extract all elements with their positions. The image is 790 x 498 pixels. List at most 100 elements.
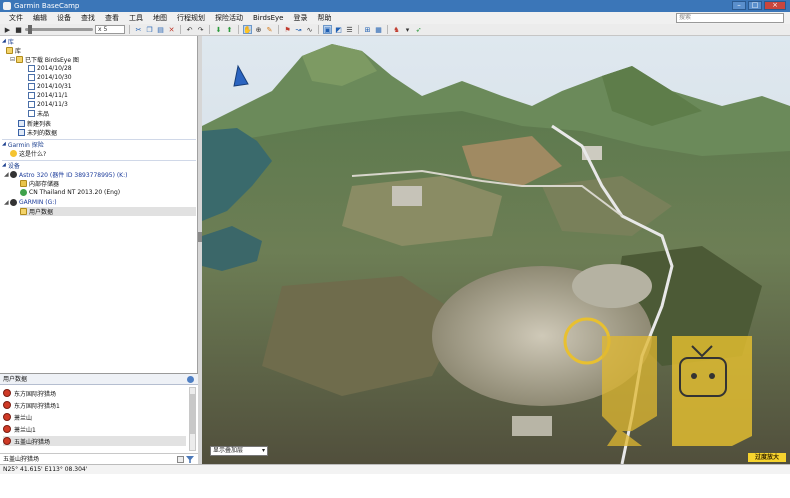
background-area [0, 474, 790, 498]
devices-section-header[interactable]: ◢ 设备 [2, 161, 20, 170]
hand-tool-icon[interactable]: ✋ [243, 25, 252, 34]
collapse-icon[interactable]: ◢ [2, 38, 6, 44]
menu-file[interactable]: 文件 [4, 13, 28, 23]
menu-map[interactable]: 地图 [148, 13, 172, 23]
minimize-button[interactable]: – [732, 1, 746, 10]
hunting-area-icon [3, 413, 11, 421]
map-view[interactable]: 显示叠加层 ▾ 过度放大 [202, 36, 790, 464]
list-icon [18, 120, 25, 127]
tree-item-map-thailand[interactable]: CN Thailand NT 2013.20 (Eng) [20, 188, 120, 197]
cut-icon[interactable]: ✂ [134, 25, 143, 34]
list-item[interactable]: 东方国际狩猎场 [3, 388, 186, 398]
copy-icon[interactable]: ❐ [145, 25, 154, 34]
vehicle-profile-icon[interactable]: ♞ [392, 25, 401, 34]
scrollbar-thumb[interactable] [190, 394, 195, 434]
stop-icon[interactable]: ■ [14, 25, 23, 34]
list-icon [18, 129, 25, 136]
layers-icon[interactable]: ☰ [345, 25, 354, 34]
tree-item-date-4[interactable]: 2014/11/1 [28, 91, 68, 100]
overlay-select[interactable]: 显示叠加层 ▾ [210, 446, 268, 456]
dropdown-icon[interactable] [177, 456, 184, 463]
tree-item-label: 新建列表 [27, 121, 52, 128]
tree-item-library-root[interactable]: 库 [6, 46, 21, 55]
options-icon[interactable] [187, 376, 194, 383]
play-icon[interactable]: ▶ [3, 25, 12, 34]
zoom-warning-graphic [672, 336, 752, 446]
delete-icon[interactable]: ✕ [167, 25, 176, 34]
zoom-icon[interactable]: ⊕ [254, 25, 263, 34]
menu-edit[interactable]: 编辑 [28, 13, 52, 23]
list-item[interactable]: 东方国际狩猎场1 [3, 400, 186, 410]
tree-item-label: Astro 320 (器件 ID 3893778995) (K:) [19, 172, 128, 179]
maximize-button[interactable]: □ [748, 1, 762, 10]
satellite-3d-map[interactable] [202, 36, 790, 464]
share-icon[interactable]: ➶ [414, 25, 423, 34]
close-button[interactable]: × [764, 1, 786, 10]
tree-item-date-2[interactable]: 2014/10/30 [28, 73, 72, 82]
list-item[interactable]: 五盖山狩猎场 [3, 436, 186, 446]
menu-tools[interactable]: 工具 [124, 13, 148, 23]
route-icon[interactable]: ↝ [294, 25, 303, 34]
tree-item-device-astro[interactable]: ◢ Astro 320 (器件 ID 3893778995) (K:) [4, 170, 127, 179]
tree-item-whats-this[interactable]: 这是什么? [10, 149, 46, 158]
filter-icon[interactable] [186, 456, 194, 463]
gps-device-icon [10, 199, 17, 206]
menu-birdseye[interactable]: BirdsEye [248, 14, 288, 22]
redo-icon[interactable]: ↷ [196, 25, 205, 34]
tree-item-label: GARMIN (G:) [19, 199, 57, 206]
tree-item-date-5[interactable]: 2014/11/3 [28, 100, 68, 109]
document-icon [28, 65, 35, 72]
tree-item-label: 2014/10/30 [37, 74, 72, 81]
adventures-section-header[interactable]: ◢ Garmin 探险 [2, 140, 44, 149]
3d-view-icon[interactable]: ◩ [334, 25, 343, 34]
tree-item-label: 2014/10/28 [37, 65, 72, 72]
receive-from-device-icon[interactable]: ⬇ [214, 25, 223, 34]
list-item[interactable]: 萧兰山 [3, 412, 186, 422]
tree-item-birdseye[interactable]: ⊟ 已下载 BirdsEye 图 [10, 55, 79, 64]
list-item-label: 东方国际狩猎场 [14, 390, 57, 398]
tree-item-internal-storage[interactable]: 内部存储器 [20, 179, 59, 188]
playback-slider[interactable] [25, 25, 93, 34]
slider-knob[interactable] [28, 25, 32, 34]
track-icon[interactable]: ∿ [305, 25, 314, 34]
user-data-scrollbar[interactable] [189, 387, 196, 451]
menu-device[interactable]: 设备 [52, 13, 76, 23]
menu-view[interactable]: 查看 [100, 13, 124, 23]
grid-icon[interactable]: ⊞ [363, 25, 372, 34]
tree-item-unlisted-data[interactable]: 未列的数据 [18, 128, 57, 137]
tree-item-unlisted[interactable]: 未品 [28, 109, 49, 118]
menu-trip-planner[interactable]: 行程规划 [172, 13, 210, 23]
speed-select[interactable]: x 5 [95, 25, 125, 34]
app-icon [3, 2, 11, 10]
tree-item-device-garmin[interactable]: ◢ GARMIN (G:) [4, 198, 57, 207]
collapse-icon[interactable]: ◢ [2, 162, 6, 168]
tree-item-label: 已下载 BirdsEye 图 [25, 57, 79, 64]
devices-header-label: 设备 [7, 162, 20, 170]
menu-login[interactable]: 登录 [288, 13, 312, 23]
undo-icon[interactable]: ↶ [185, 25, 194, 34]
2d-view-icon[interactable]: ▣ [323, 25, 332, 34]
menu-find[interactable]: 查找 [76, 13, 100, 23]
map-select-icon[interactable]: ▦ [374, 25, 383, 34]
menu-adventures[interactable]: 探险活动 [210, 13, 248, 23]
overlay-select-label: 显示叠加层 [213, 447, 244, 454]
tree-item-date-1[interactable]: 2014/10/28 [28, 64, 72, 73]
library-header-label: 库 [7, 38, 14, 46]
menu-bar: 文件 编辑 设备 查找 查看 工具 地图 行程规划 探险活动 BirdsEye … [0, 12, 790, 24]
list-item[interactable]: 萧兰山1 [3, 424, 186, 434]
adventures-header-label: Garmin 探险 [7, 141, 44, 149]
tree-item-date-3[interactable]: 2014/10/31 [28, 82, 72, 91]
tree-item-user-data[interactable]: 用户数据 [20, 207, 196, 216]
send-to-device-icon[interactable]: ⬆ [225, 25, 234, 34]
library-section-header[interactable]: ◢ 库 [2, 37, 14, 46]
user-data-header-label: 用户数据 [3, 376, 28, 383]
profile-dropdown-icon[interactable]: ▾ [403, 25, 412, 34]
measure-icon[interactable]: ✎ [265, 25, 274, 34]
collapse-icon[interactable]: ◢ [2, 141, 6, 147]
tree-item-new-list[interactable]: 新建列表 [18, 119, 51, 128]
search-input[interactable]: 搜索 [676, 13, 784, 23]
waypoint-icon[interactable]: ⚑ [283, 25, 292, 34]
document-icon [28, 83, 35, 90]
menu-help[interactable]: 帮助 [312, 13, 336, 23]
paste-icon[interactable]: ▤ [156, 25, 165, 34]
